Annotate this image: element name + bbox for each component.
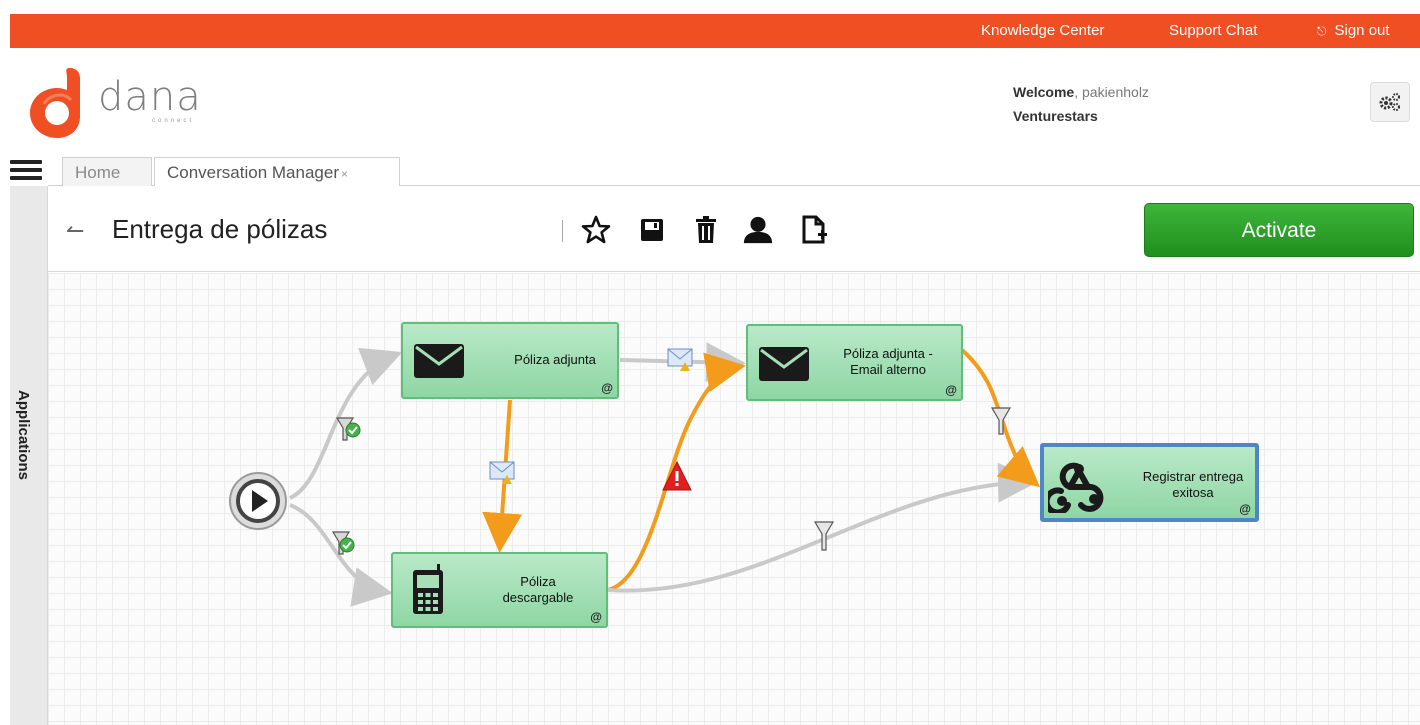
- flow-node-email[interactable]: Póliza adjunta @: [401, 322, 619, 399]
- paperclip-icon: @: [945, 383, 957, 397]
- save-icon[interactable]: [636, 214, 668, 246]
- activate-button[interactable]: Activate: [1144, 203, 1414, 257]
- welcome-block: Welcome, pakienholz Venturestars: [1013, 80, 1149, 128]
- node-label-line2: descargable: [502, 590, 574, 605]
- tab-close-icon[interactable]: ×: [341, 167, 348, 181]
- play-icon: [229, 472, 287, 530]
- node-label-line2: Email alterno: [850, 362, 926, 377]
- node-label: Póliza descargable: [483, 574, 593, 606]
- settings-button[interactable]: [1370, 82, 1410, 122]
- new-document-icon[interactable]: [798, 214, 830, 246]
- envelope-icon: [414, 344, 464, 378]
- tab-conversation-manager[interactable]: Conversation Manager ×: [154, 157, 400, 189]
- flow-node-sms[interactable]: Póliza descargable @: [391, 552, 608, 628]
- node-label-line1: Registrar entrega: [1142, 469, 1244, 484]
- paperclip-icon: @: [1239, 502, 1251, 516]
- sign-out-label: Sign out: [1334, 22, 1390, 39]
- node-label: Registrar entrega exitosa: [1132, 469, 1254, 501]
- trash-icon[interactable]: [690, 214, 722, 246]
- top-nav-bar: Knowledge Center Support Chat ⎋ Sign out: [10, 14, 1420, 48]
- dana-logo-icon: [30, 68, 80, 138]
- tab-label: Conversation Manager: [167, 163, 339, 182]
- username: , pakienholz: [1074, 84, 1149, 100]
- mobile-phone-icon: [413, 564, 443, 614]
- page-title: Entrega de pólizas: [112, 214, 328, 244]
- brand-subtitle: connect: [152, 118, 195, 124]
- app-window: Knowledge Center Support Chat ⎋ Sign out …: [0, 0, 1420, 725]
- node-label: Póliza adjunta: [514, 352, 596, 367]
- star-icon[interactable]: [580, 214, 612, 246]
- applications-label[interactable]: Applications: [15, 390, 32, 480]
- user-icon[interactable]: [742, 214, 774, 246]
- flow-node-email-alt[interactable]: Póliza adjunta - Email alterno @: [746, 324, 963, 401]
- back-arrow-icon[interactable]: ↼: [66, 218, 84, 244]
- tab-home[interactable]: Home: [62, 157, 152, 187]
- envelope-icon: [759, 347, 809, 381]
- paperclip-icon: @: [601, 381, 613, 395]
- brand-name: dana: [98, 74, 202, 120]
- toolbar-divider: [562, 220, 563, 242]
- gears-icon: [1379, 93, 1400, 111]
- paperclip-icon: @: [590, 610, 602, 624]
- webhook-icon: [1048, 462, 1104, 513]
- tab-bar: Home Conversation Manager ×: [48, 154, 1420, 189]
- welcome-label: Welcome: [1013, 84, 1075, 100]
- support-chat-link[interactable]: Support Chat: [1169, 14, 1257, 48]
- node-label-line1: Póliza: [520, 574, 556, 589]
- knowledge-center-link[interactable]: Knowledge Center: [981, 14, 1104, 48]
- company-name: Venturestars: [1013, 108, 1098, 124]
- hamburger-icon[interactable]: [10, 160, 42, 184]
- node-label-line2: exitosa: [1172, 485, 1214, 500]
- sign-out-link[interactable]: ⎋ Sign out: [1317, 14, 1390, 48]
- flow-node-webhook[interactable]: Registrar entrega exitosa @: [1040, 443, 1259, 522]
- node-label: Póliza adjunta - Email alterno: [828, 346, 948, 378]
- node-label-line1: Póliza adjunta -: [843, 346, 933, 361]
- sign-out-icon: ⎋: [1317, 24, 1327, 38]
